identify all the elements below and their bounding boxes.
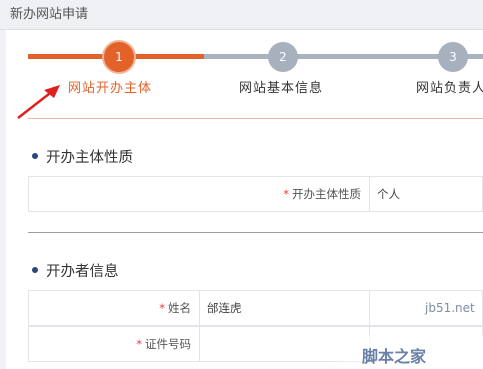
name-label: * 姓名 (159, 301, 191, 315)
section-divider (28, 232, 483, 233)
step-3-circle[interactable]: 3 (438, 42, 468, 72)
application-panel: 1 2 3 网站开办主体 网站基本信息 网站负责人 开办主体性质 * 开办主体性… (6, 30, 483, 369)
section-title-operator-info: 开办者信息 (32, 260, 119, 281)
subject-type-label: * 开办主体性质 (283, 187, 361, 201)
bullet-icon (32, 153, 38, 159)
form-row-name: * 姓名 邰连虎 (28, 290, 483, 326)
watermark-text: 脚本之家 (362, 347, 427, 366)
red-arrow-icon (17, 85, 60, 119)
id-number-label: * 证件号码 (136, 337, 191, 351)
window-title: 新办网站申请 (0, 0, 483, 30)
required-mark: * (136, 337, 142, 351)
name-input[interactable]: 邰连虎 (199, 291, 242, 325)
step-1-circle[interactable]: 1 (102, 40, 136, 74)
step-2-label[interactable]: 网站基本信息 (239, 77, 323, 96)
header-divider (28, 118, 483, 119)
id-number-input[interactable] (199, 327, 207, 361)
bullet-icon (32, 267, 38, 273)
required-mark: * (159, 301, 165, 315)
progress-line-pending (204, 54, 454, 59)
required-mark: * (283, 187, 289, 201)
subject-type-select[interactable]: 个人 (369, 177, 400, 211)
step-1-label[interactable]: 网站开办主体 (68, 77, 152, 96)
step-2-circle[interactable]: 2 (268, 42, 298, 72)
form-row-subject-type: * 开办主体性质 个人 (28, 176, 483, 212)
section-title-subject-type: 开办主体性质 (32, 146, 133, 167)
step-3-label[interactable]: 网站负责人 (416, 77, 483, 96)
watermark-site: jb51.net (425, 301, 475, 315)
